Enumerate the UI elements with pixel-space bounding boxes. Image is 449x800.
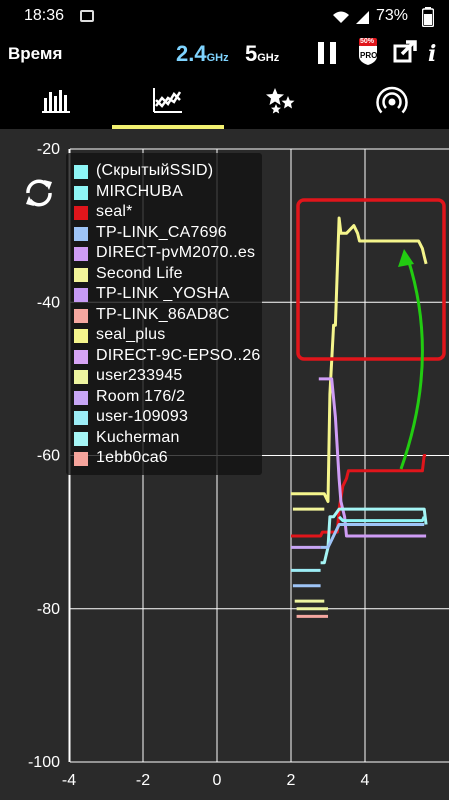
refresh-button[interactable] — [22, 176, 56, 210]
info-button[interactable]: i — [428, 41, 436, 67]
series-line — [338, 515, 426, 523]
x-tick-label: 2 — [287, 772, 296, 789]
green-arrow-annotation — [399, 258, 424, 470]
legend-label: Kucherman — [96, 428, 180, 446]
legend-item: seal* — [72, 202, 262, 222]
legend-label: (СкрытыйSSID) — [96, 162, 214, 179]
legend-item: seal_plus — [72, 325, 262, 345]
band-5ghz-toggle[interactable]: 5GHz — [245, 41, 279, 67]
battery-icon — [422, 7, 434, 27]
legend-item: (СкрытыйSSID) — [72, 161, 262, 181]
y-tick-label: -40 — [37, 294, 60, 311]
pro-label: PRO — [360, 51, 378, 60]
discount-label: 50% — [360, 38, 375, 45]
pause-icon — [318, 42, 324, 64]
battery-percent: 73% — [376, 7, 409, 24]
status-bar: 18:36 73% — [0, 0, 449, 34]
legend-swatch — [74, 226, 88, 241]
legend-label: user233945 — [96, 367, 183, 384]
share-icon — [393, 40, 417, 63]
refresh-icon — [26, 179, 52, 207]
band-24-unit: GHz — [206, 52, 229, 64]
share-button[interactable] — [393, 40, 417, 64]
legend-label: DIRECT-9C-EPSO..26 — [96, 346, 261, 364]
y-tick-label: -100 — [28, 754, 60, 771]
legend-item: DIRECT-pvM2070..es — [72, 243, 262, 263]
legend-swatch — [74, 165, 88, 179]
signal-meter-icon — [376, 86, 408, 114]
chart-legend: (СкрытыйSSID) MIRCHUBA seal* TP-LINK_CA7696… — [66, 153, 262, 475]
band-24-value: 2.4 — [176, 41, 207, 66]
legend-swatch — [74, 349, 88, 364]
legend-swatch — [74, 185, 88, 200]
y-tick-label: -20 — [37, 141, 60, 158]
legend-label: seal* — [96, 203, 133, 220]
pause-icon-bar — [330, 42, 336, 64]
legend-label: seal_plus — [96, 326, 166, 343]
legend-swatch — [74, 247, 88, 261]
legend-label: DIRECT-pvM2070..es — [96, 244, 256, 261]
legend-swatch — [74, 370, 88, 384]
legend-swatch — [74, 288, 88, 302]
tab-channel-stars[interactable] — [224, 76, 336, 129]
legend-label: Second Life — [96, 264, 183, 282]
x-tick-label: 0 — [213, 772, 222, 789]
legend-item: MIRCHUBA — [72, 182, 262, 202]
x-tick-label: 4 — [361, 772, 370, 789]
legend-item: Kucherman — [72, 428, 262, 448]
time-graph-icon — [153, 88, 182, 113]
legend-label: TP-LINK _YOSHA — [96, 285, 230, 302]
legend-swatch — [74, 452, 88, 466]
y-tick-label: -60 — [37, 448, 60, 465]
legend-swatch — [74, 329, 88, 343]
legend-swatch — [74, 308, 88, 323]
legend-label: user-109093 — [96, 408, 189, 425]
legend-label: Room 176/2 — [96, 387, 186, 405]
legend-item: TP-LINK_CA7696 — [72, 223, 262, 243]
legend-item: Second Life — [72, 264, 262, 284]
x-tick-label: -4 — [62, 772, 76, 789]
legend-label: TP-LINK_CA7696 — [96, 223, 227, 241]
legend-label: 1ebb0ca6 — [96, 449, 168, 466]
tab-bar — [0, 76, 449, 129]
tab-time-graph[interactable] — [112, 76, 224, 129]
legend-item: TP-LINK_86AD8C — [72, 305, 262, 325]
green-arrow-head — [398, 249, 414, 267]
stars-icon — [266, 88, 295, 114]
band-5-value: 5 — [245, 41, 258, 66]
page-title: Время — [8, 44, 63, 63]
tab-signal-meter[interactable] — [336, 76, 448, 129]
x-tick-label: -2 — [136, 772, 150, 789]
legend-label: MIRCHUBA — [96, 182, 183, 200]
legend-swatch — [74, 206, 88, 220]
tab-channel-rating[interactable] — [0, 76, 112, 129]
legend-item: user233945 — [72, 366, 262, 386]
legend-item: TP-LINK _YOSHA — [72, 284, 262, 304]
legend-swatch — [74, 411, 88, 425]
legend-item: 1ebb0ca6 — [72, 448, 262, 468]
pro-button[interactable]: 50% PRO — [357, 38, 379, 66]
app-bar: Время 2.4GHz 5GHz 50% PRO i — [0, 34, 449, 76]
wifi-icon — [333, 11, 349, 23]
legend-swatch — [74, 431, 88, 446]
status-time: 18:36 — [24, 7, 65, 24]
legend-swatch — [74, 267, 88, 282]
legend-item: DIRECT-9C-EPSO..26 — [72, 346, 262, 366]
band-5-unit: GHz — [257, 52, 280, 64]
legend-swatch — [74, 390, 88, 405]
pause-button[interactable] — [318, 42, 338, 64]
band-2-4ghz-toggle[interactable]: 2.4GHz — [176, 41, 229, 67]
gallery-icon — [80, 10, 94, 22]
cell-signal-icon — [356, 11, 369, 24]
legend-item: Room 176/2 — [72, 387, 262, 407]
legend-item: user-109093 — [72, 407, 262, 427]
bar-chart-icon — [42, 90, 70, 113]
legend-label: TP-LINK_86AD8C — [96, 305, 230, 323]
y-tick-label: -80 — [37, 601, 60, 618]
